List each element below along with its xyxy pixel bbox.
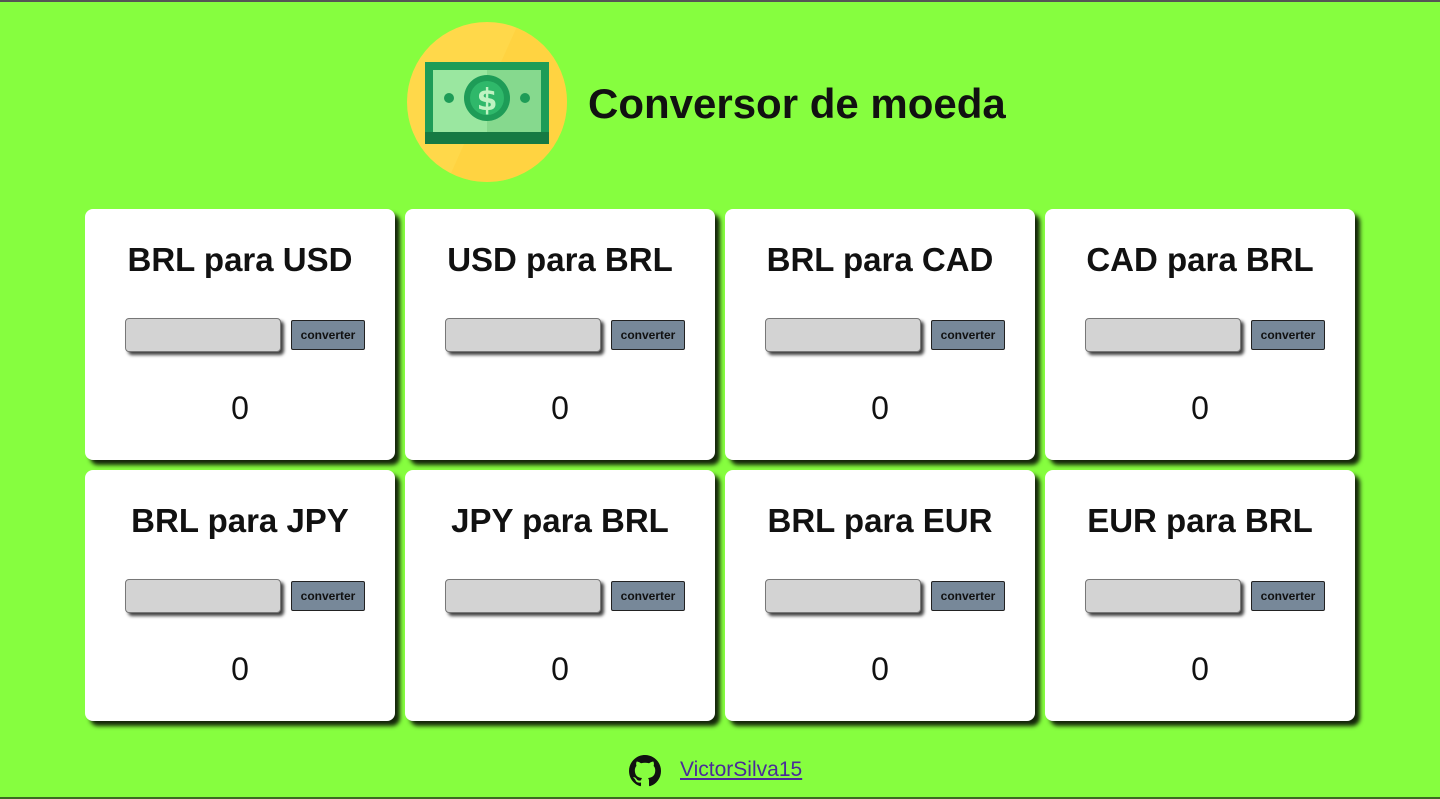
amount-input[interactable] <box>125 318 281 352</box>
conversion-result: 0 <box>551 390 569 426</box>
converter-card-brl-cad: BRL para CAD converter 0 <box>725 209 1035 460</box>
converter-card-eur-brl: EUR para BRL converter 0 <box>1045 470 1355 721</box>
amount-input[interactable] <box>765 579 921 613</box>
converter-title: BRL para EUR <box>767 502 993 539</box>
conversion-result: 0 <box>1191 390 1209 426</box>
converter-title: BRL para USD <box>127 241 353 278</box>
github-profile-link[interactable]: VictorSilva15 <box>680 758 802 782</box>
converter-card-usd-brl: USD para BRL converter 0 <box>405 209 715 460</box>
convert-button[interactable]: converter <box>291 581 365 611</box>
converter-title: EUR para BRL <box>1087 502 1313 539</box>
converter-title: BRL para JPY <box>131 502 349 539</box>
amount-input[interactable] <box>445 579 601 613</box>
conversion-result: 0 <box>231 651 249 687</box>
converter-card-cad-brl: CAD para BRL converter 0 <box>1045 209 1355 460</box>
github-icon[interactable] <box>629 755 661 787</box>
page-title: Conversor de moeda <box>588 80 1006 127</box>
converter-card-jpy-brl: JPY para BRL converter 0 <box>405 470 715 721</box>
page-footer: VictorSilva15 <box>0 754 1440 788</box>
amount-input[interactable] <box>1085 579 1241 613</box>
amount-input[interactable] <box>125 579 281 613</box>
page-header: $ Conversor de moeda <box>0 22 1440 184</box>
converter-card-brl-usd: BRL para USD converter 0 <box>85 209 395 460</box>
converter-title: USD para BRL <box>447 241 673 278</box>
converter-grid: BRL para USD converter 0 USD para BRL co… <box>85 209 1355 721</box>
conversion-result: 0 <box>871 390 889 426</box>
conversion-result: 0 <box>871 651 889 687</box>
converter-title: BRL para CAD <box>766 241 994 278</box>
convert-button[interactable]: converter <box>1251 581 1325 611</box>
converter-card-brl-eur: BRL para EUR converter 0 <box>725 470 1035 721</box>
convert-button[interactable]: converter <box>611 581 685 611</box>
convert-button[interactable]: converter <box>611 320 685 350</box>
conversion-result: 0 <box>231 390 249 426</box>
conversion-result: 0 <box>1191 651 1209 687</box>
amount-input[interactable] <box>765 318 921 352</box>
converter-title: JPY para BRL <box>451 502 669 539</box>
converter-card-brl-jpy: BRL para JPY converter 0 <box>85 470 395 721</box>
convert-button[interactable]: converter <box>931 320 1005 350</box>
convert-button[interactable]: converter <box>1251 320 1325 350</box>
amount-input[interactable] <box>1085 318 1241 352</box>
conversion-result: 0 <box>551 651 569 687</box>
amount-input[interactable] <box>445 318 601 352</box>
convert-button[interactable]: converter <box>931 581 1005 611</box>
money-bill-icon: $ <box>407 22 567 182</box>
convert-button[interactable]: converter <box>291 320 365 350</box>
converter-title: CAD para BRL <box>1086 241 1314 278</box>
svg-text:$: $ <box>477 83 498 118</box>
